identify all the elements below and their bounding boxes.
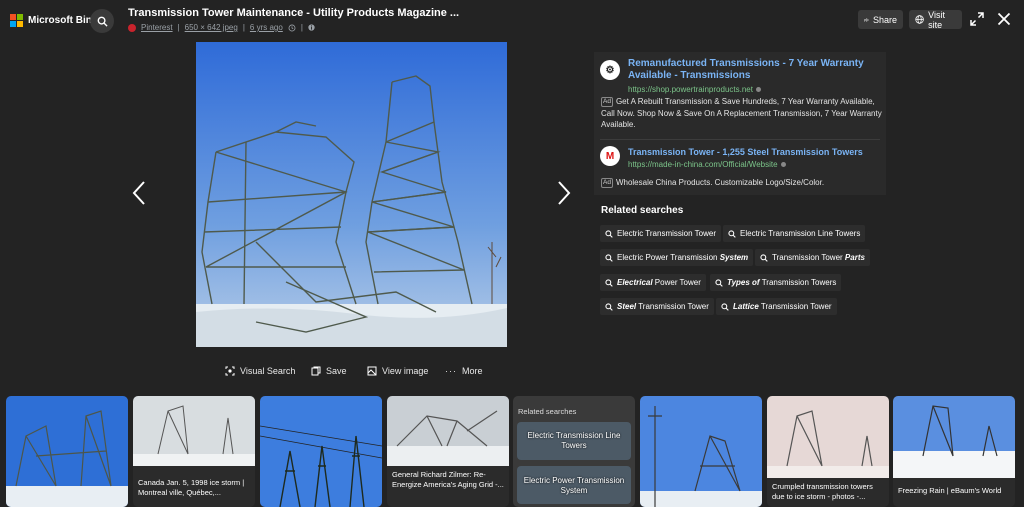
thumbnail-6[interactable] <box>640 396 762 507</box>
related-search-item[interactable]: Electric Power Transmission System <box>517 466 631 504</box>
bing-logo[interactable]: Microsoft Bing <box>10 14 98 27</box>
ad-divider <box>600 139 880 140</box>
thumbnail-caption: Crumpled transmission towers due to ice … <box>772 482 873 501</box>
ad-logo-made-in-china-icon: M <box>600 146 620 166</box>
related-search-chip[interactable]: Steel Transmission Tower <box>600 298 714 315</box>
save-button[interactable]: Save <box>311 366 347 376</box>
search-icon <box>605 302 613 311</box>
related-search-chip[interactable]: Electric Power Transmission System <box>600 249 754 266</box>
thumbnail-7[interactable]: Crumpled transmission towers due to ice … <box>767 396 889 507</box>
related-searches-heading: Related searches <box>601 205 684 216</box>
related-search-label: Electric Power Transmission System <box>617 253 749 262</box>
related-search-label: Types of Transmission Towers <box>727 278 837 287</box>
image-dimensions[interactable]: 650 × 642 jpeg <box>185 23 238 32</box>
related-search-label: Electrical Power Tower <box>617 278 701 287</box>
related-searches-card: Related searches Electric Transmission L… <box>513 396 635 507</box>
thumbnail-image <box>260 396 382 507</box>
search-icon <box>605 229 613 238</box>
related-search-label: Electric Transmission Line Towers <box>740 229 861 238</box>
info-icon[interactable] <box>308 24 315 31</box>
thumbnail-3[interactable] <box>260 396 382 507</box>
related-search-chip[interactable]: Electric Transmission Tower <box>600 225 721 242</box>
save-icon <box>311 366 321 376</box>
related-search-chip[interactable]: Types of Transmission Towers <box>710 274 842 291</box>
related-search-label: Transmission Tower Parts <box>772 253 865 262</box>
visual-search-button[interactable]: Visual Search <box>225 366 295 376</box>
thumbnail-caption: Canada Jan. 5, 1998 ice storm | Montreal… <box>138 478 245 497</box>
view-image-icon <box>367 366 377 376</box>
visual-search-icon <box>225 366 235 376</box>
related-search-chip[interactable]: Electrical Power Tower <box>600 274 706 291</box>
visit-site-button[interactable]: Visit site <box>909 10 962 30</box>
next-image-button[interactable] <box>556 178 572 208</box>
ad-description-2: Ad Wholesale China Products. Customizable… <box>601 178 825 188</box>
thumbnail-image <box>767 396 889 478</box>
more-icon: ··· <box>445 366 457 376</box>
ad-title-2[interactable]: Transmission Tower - 1,255 Steel Transmi… <box>628 146 883 158</box>
ad-logo-powertrain-icon: ⚙ <box>600 60 620 80</box>
microsoft-logo-icon <box>10 14 23 27</box>
thumbnail-caption: General Richard Zilmer: Re-Energize Amer… <box>392 470 504 489</box>
thumbnail-4[interactable]: General Richard Zilmer: Re-Energize Amer… <box>387 396 509 507</box>
expand-icon <box>970 12 984 26</box>
top-bar: Microsoft Bing Transmission Tower Mainte… <box>0 0 1024 42</box>
search-icon <box>760 253 768 262</box>
related-search-label: Electric Transmission Tower <box>617 229 716 238</box>
search-icon <box>97 16 108 27</box>
info-dot-icon <box>755 87 761 92</box>
main-image[interactable] <box>196 42 507 347</box>
more-button[interactable]: ··· More <box>445 366 483 376</box>
search-icon <box>728 229 736 238</box>
source-link[interactable]: Pinterest <box>141 23 173 32</box>
similar-images-strip: Canada Jan. 5, 1998 ice storm | Montreal… <box>0 392 1024 507</box>
search-icon <box>605 278 613 287</box>
related-searches-card-heading: Related searches <box>518 407 577 416</box>
fullscreen-button[interactable] <box>968 10 986 28</box>
history-icon <box>288 24 296 31</box>
related-search-chip[interactable]: Transmission Tower Parts <box>755 249 870 266</box>
share-icon <box>864 17 869 22</box>
thumbnail-image <box>133 396 255 466</box>
brand-name: Microsoft Bing <box>28 15 98 26</box>
thumbnail-image <box>387 396 509 466</box>
close-button[interactable] <box>995 10 1013 28</box>
related-search-item[interactable]: Electric Transmission Line Towers <box>517 422 631 460</box>
image-title[interactable]: Transmission Tower Maintenance - Utility… <box>128 7 459 19</box>
close-icon <box>997 12 1011 26</box>
image-age[interactable]: 6 yrs ago <box>250 23 283 32</box>
search-icon <box>715 278 723 287</box>
ad-badge: Ad <box>601 178 613 188</box>
chevron-left-icon <box>132 181 145 205</box>
share-button[interactable]: Share <box>858 10 903 29</box>
thumbnail-2[interactable]: Canada Jan. 5, 1998 ice storm | Montreal… <box>133 396 255 507</box>
search-button[interactable] <box>90 9 114 33</box>
info-dot-icon <box>780 162 786 167</box>
ad-title-1[interactable]: Remanufactured Transmissions - 7 Year Wa… <box>628 58 883 82</box>
chevron-right-icon <box>558 181 571 205</box>
related-search-label: Steel Transmission Tower <box>617 302 709 311</box>
thumbnail-1[interactable] <box>6 396 128 507</box>
related-search-chip[interactable]: Electric Transmission Line Towers <box>723 225 866 242</box>
search-icon <box>721 302 729 311</box>
thumbnail-image <box>893 396 1015 478</box>
ad-url-1[interactable]: https://shop.powertrainproducts.net <box>628 85 761 94</box>
ad-description-1: Ad Get A Rebuilt Transmission & Save Hund… <box>601 97 882 129</box>
search-icon <box>605 253 613 262</box>
thumbnail-image <box>640 396 762 507</box>
ad-url-2[interactable]: https://made-in-china.com/Official/Websi… <box>628 160 786 169</box>
related-search-label: Lattice Transmission Tower <box>733 302 832 311</box>
related-search-chip[interactable]: Lattice Transmission Tower <box>716 298 837 315</box>
previous-image-button[interactable] <box>131 178 147 208</box>
view-image-button[interactable]: View image <box>367 366 428 376</box>
pinterest-icon <box>128 23 136 32</box>
globe-icon <box>915 15 924 24</box>
image-actions: Visual Search Save View image ··· More <box>0 366 700 380</box>
thumbnail-caption: Freezing Rain | eBaum's World <box>898 486 1002 495</box>
image-meta: Pinterest | 650 × 642 jpeg | 6 yrs ago | <box>128 23 315 32</box>
thumbnail-image <box>6 396 128 507</box>
ad-badge: Ad <box>601 97 613 107</box>
thumbnail-8[interactable]: Freezing Rain | eBaum's World <box>893 396 1015 507</box>
